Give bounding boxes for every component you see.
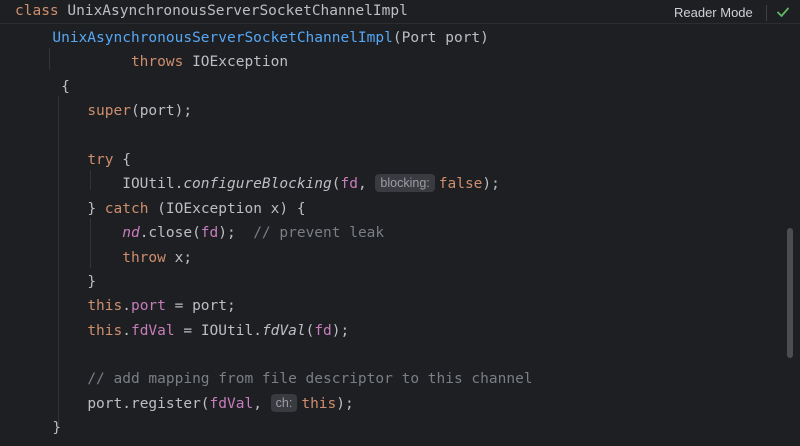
code-line[interactable]: super(port); bbox=[0, 99, 780, 123]
code-line[interactable]: { bbox=[0, 75, 780, 99]
fdval-field: fdVal bbox=[209, 395, 254, 412]
reader-mode-button[interactable]: Reader Mode bbox=[674, 5, 753, 20]
throw-keyword: throw bbox=[122, 249, 166, 266]
code-line[interactable]: } bbox=[0, 416, 780, 440]
code-line[interactable]: this.fdVal = IOUtil.fdVal(fd); bbox=[0, 319, 780, 343]
call-end: ); bbox=[331, 322, 350, 339]
class-name: UnixAsynchronousServerSocketChannelImpl bbox=[67, 3, 408, 19]
exception-type: IOException bbox=[192, 54, 289, 71]
class-keyword: class bbox=[15, 3, 59, 19]
checkmark-icon[interactable] bbox=[776, 5, 790, 19]
close-brace: } bbox=[52, 420, 62, 437]
this-keyword: this bbox=[301, 395, 337, 412]
code-line[interactable]: try { bbox=[0, 148, 780, 172]
super-args: (port); bbox=[130, 103, 193, 120]
call-end: ); bbox=[336, 395, 354, 412]
ioutil-class: IOUtil. bbox=[122, 176, 184, 193]
arg-comma: , bbox=[357, 176, 376, 193]
code-line[interactable]: // add mapping from file descriptor to t… bbox=[0, 367, 780, 391]
code-line[interactable]: IOUtil.configureBlocking(fd, blocking: fa… bbox=[0, 172, 780, 196]
mapping-comment: // add mapping from file descriptor to t… bbox=[87, 371, 533, 388]
code-area[interactable]: UnixAsynchronousServerSocketChannelImpl(… bbox=[0, 26, 780, 441]
code-line-blank[interactable] bbox=[0, 343, 780, 367]
parameter-hint-blocking: blocking: bbox=[375, 174, 435, 193]
fd-field: fd bbox=[340, 176, 358, 193]
fd-field: fd bbox=[200, 225, 219, 242]
configure-blocking-method: configureBlocking bbox=[183, 176, 332, 193]
close-brace: } bbox=[87, 200, 105, 217]
dot: . bbox=[122, 298, 131, 315]
code-line[interactable]: this.port = port; bbox=[0, 294, 780, 318]
fdval-field: fdVal bbox=[130, 322, 175, 339]
port-field: port bbox=[130, 298, 166, 315]
code-line[interactable]: throws IOException bbox=[0, 50, 780, 74]
constructor-params: (Port port) bbox=[392, 30, 489, 46]
fdval-method: fdVal bbox=[261, 322, 306, 339]
close-call: .close( bbox=[139, 225, 201, 242]
constructor-name: UnixAsynchronousServerSocketChannelImpl bbox=[52, 30, 393, 46]
code-line[interactable]: } catch (IOException x) { bbox=[0, 197, 780, 221]
false-literal: false bbox=[438, 176, 483, 193]
this-keyword: this bbox=[87, 322, 123, 339]
this-keyword: this bbox=[87, 298, 123, 315]
try-brace: { bbox=[113, 151, 131, 168]
prevent-leak-comment: // prevent leak bbox=[235, 225, 385, 242]
fdval-assignment: = IOUtil. bbox=[174, 322, 262, 339]
open-brace: { bbox=[61, 78, 70, 95]
code-line-blank[interactable] bbox=[0, 124, 780, 148]
vertical-scrollbar[interactable] bbox=[787, 228, 793, 358]
code-line[interactable]: UnixAsynchronousServerSocketChannelImpl(… bbox=[0, 26, 780, 50]
code-line[interactable]: nd.close(fd); // prevent leak bbox=[0, 221, 780, 245]
super-keyword: super bbox=[87, 103, 131, 120]
register-call: port.register( bbox=[87, 395, 210, 412]
code-editor[interactable]: class UnixAsynchronousServerSocketChanne… bbox=[0, 0, 800, 446]
nd-field: nd bbox=[122, 225, 140, 242]
throws-keyword: throws bbox=[130, 54, 184, 71]
dot: . bbox=[122, 322, 131, 339]
code-line[interactable]: port.register(fdVal, ch: this); bbox=[0, 392, 780, 416]
code-line[interactable]: } bbox=[0, 270, 780, 294]
code-line[interactable]: throw x; bbox=[0, 246, 780, 270]
call-end: ); bbox=[482, 176, 500, 193]
parameter-hint-ch: ch: bbox=[270, 393, 298, 412]
close-brace: } bbox=[87, 273, 97, 290]
sticky-class-header[interactable]: class UnixAsynchronousServerSocketChanne… bbox=[0, 0, 800, 24]
fd-field: fd bbox=[314, 322, 332, 339]
port-assignment: = port; bbox=[165, 298, 236, 315]
call-end: ); bbox=[218, 225, 236, 242]
toolbar-separator bbox=[766, 5, 767, 21]
try-keyword: try bbox=[87, 151, 114, 168]
arg-comma: , bbox=[253, 395, 271, 412]
sticky-class-declaration[interactable]: class UnixAsynchronousServerSocketChanne… bbox=[15, 3, 408, 19]
throw-expression: x; bbox=[165, 249, 193, 266]
catch-keyword: catch bbox=[104, 200, 149, 217]
catch-clause: (IOException x) { bbox=[148, 200, 306, 217]
